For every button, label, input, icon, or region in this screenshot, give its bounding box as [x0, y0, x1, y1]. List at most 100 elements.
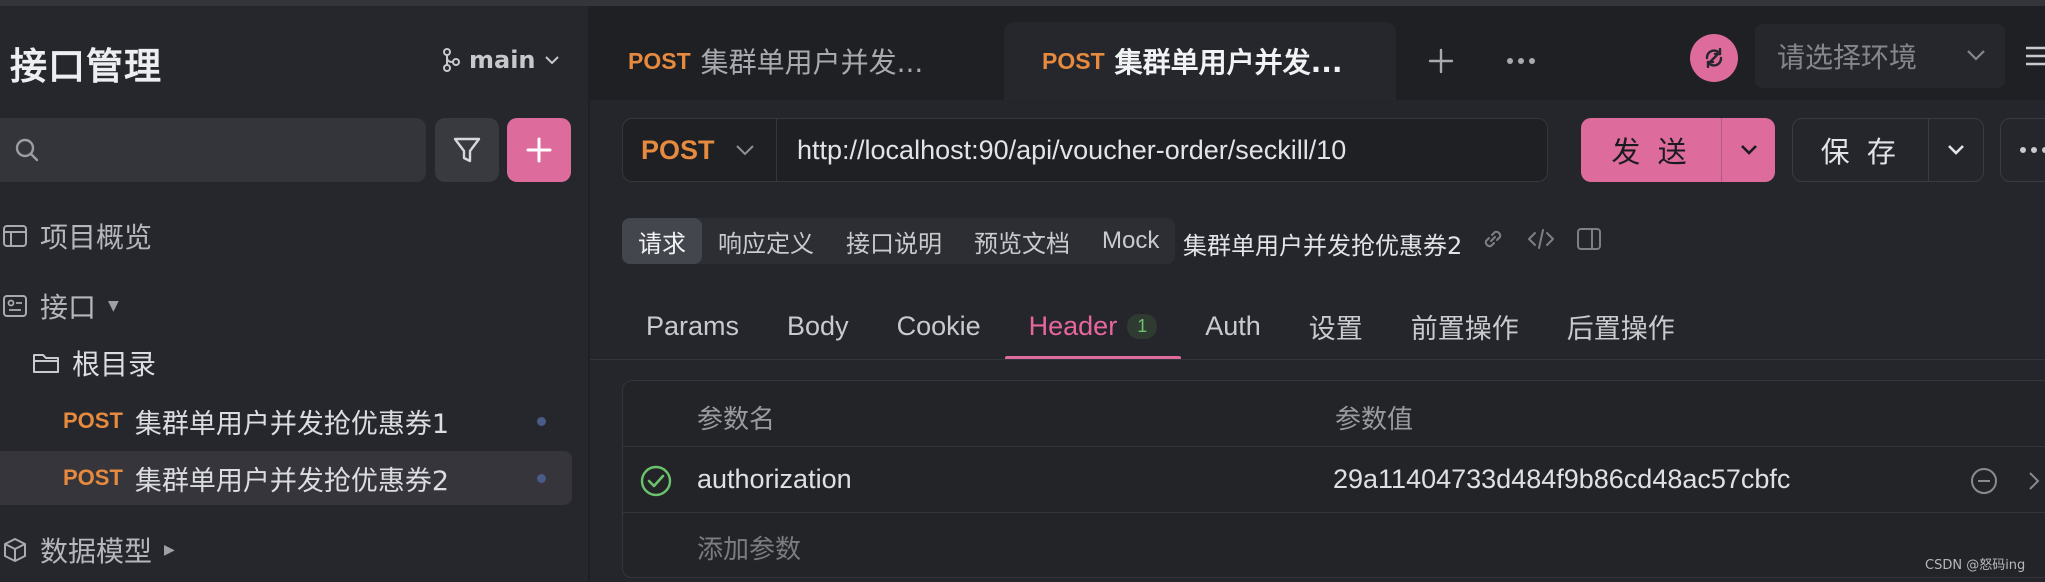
api-item-name: 集群单用户并发抢优惠券1 [134, 408, 450, 440]
nav-data-models-label: 数据模型 [40, 535, 153, 568]
api-icon [3, 295, 27, 317]
url-input[interactable]: http://localhost:90/api/voucher-order/se… [777, 135, 1346, 166]
nav-apis[interactable]: 接口 ▼ [2, 286, 119, 326]
check-circle-icon[interactable] [639, 464, 673, 498]
method-value: POST [641, 134, 715, 165]
code-button[interactable] [1527, 226, 1555, 256]
column-param-name: 参数名 [697, 405, 776, 435]
menu-icon [2026, 46, 2045, 66]
folder-root[interactable]: 根目录 [32, 343, 156, 383]
request-subtabs: Params Body Cookie Header 1 Auth 设置 前置操作… [622, 292, 1699, 360]
tab-body[interactable]: Body [763, 292, 873, 360]
add-button[interactable] [507, 118, 571, 182]
segment-api-description[interactable]: 接口说明 [830, 218, 958, 264]
method-badge: POST [63, 465, 123, 490]
sync-icon [1705, 47, 1723, 69]
param-value-cell[interactable]: 29a11404733d484f9b86cd48ac57cbfc [1333, 464, 1790, 495]
tab-header[interactable]: Header 1 [1004, 292, 1182, 360]
more-horizontal-icon [2020, 147, 2045, 153]
save-options-button[interactable] [1929, 144, 1983, 156]
nav-data-models[interactable]: 数据模型 ▶ [2, 530, 175, 570]
tab-more-button[interactable] [1505, 45, 1537, 77]
table-row: authorization 29a11404733d484f9b86cd48ac… [623, 447, 2045, 513]
more-horizontal-icon [1507, 58, 1535, 64]
tab-settings[interactable]: 设置 [1285, 292, 1387, 360]
url-bar: POST http://localhost:90/api/voucher-ord… [622, 118, 1548, 182]
tab-pre-request[interactable]: 前置操作 [1387, 292, 1543, 360]
chevron-down-icon [1947, 145, 1964, 155]
segment-request[interactable]: 请求 [622, 218, 702, 264]
chevron-down-icon [544, 56, 559, 65]
git-branch-icon [443, 48, 460, 72]
branch-name: main [469, 46, 536, 74]
method-select[interactable]: POST [623, 119, 777, 181]
tab-cookie[interactable]: Cookie [873, 292, 1005, 360]
code-icon [1528, 229, 1554, 249]
caret-right-icon: ▶ [164, 542, 175, 558]
toggle-panel-button[interactable] [1576, 226, 1602, 256]
env-sync-button[interactable] [1690, 34, 1738, 82]
tab-request-1[interactable]: POST 集群单用户并发... [590, 22, 990, 100]
method-badge: POST [63, 408, 123, 433]
tab-method: POST [628, 47, 691, 74]
send-label: 发 送 [1611, 135, 1691, 169]
new-tab-button[interactable] [1425, 45, 1457, 77]
cube-icon [4, 538, 26, 562]
status-dot [537, 474, 546, 483]
branch-selector[interactable]: main [441, 46, 560, 74]
environment-select[interactable]: 请选择环境 [1755, 24, 2005, 88]
subtabs-divider [590, 359, 2045, 360]
view-segmented-control: 请求 响应定义 接口说明 预览文档 Mock [622, 218, 1176, 264]
layout-icon [3, 225, 27, 247]
chevron-down-icon [1740, 145, 1757, 155]
api-item[interactable]: POST 集群单用户并发抢优惠券1 [0, 394, 572, 448]
watermark: CSDN @怒码ing [1925, 558, 2026, 573]
tab-header-label: Header [1028, 310, 1118, 341]
send-options-button[interactable] [1722, 144, 1775, 156]
segment-response-definition[interactable]: 响应定义 [702, 218, 830, 264]
tab-title: 集群单用户并发... [700, 46, 924, 79]
side-panel-icon [1577, 228, 1601, 250]
add-param-input[interactable]: 添加参数 [697, 529, 801, 566]
plus-icon [1428, 48, 1454, 74]
nav-overview[interactable]: 项目概览 [2, 216, 152, 256]
segment-preview-docs[interactable]: 预览文档 [958, 218, 1086, 264]
copy-link-button[interactable] [1480, 226, 1506, 256]
plus-icon [526, 137, 552, 163]
tab-request-2[interactable]: POST 集群单用户并发... [1004, 22, 1396, 100]
link-icon [1484, 230, 1502, 248]
param-name-cell[interactable]: authorization [697, 464, 852, 495]
headers-table: 参数名 参数值 authorization 29a11404733d484f9b… [622, 380, 2045, 578]
tab-title: 集群单用户并发... [1114, 46, 1343, 79]
tab-auth[interactable]: Auth [1181, 292, 1285, 360]
chevron-right-icon[interactable] [2027, 470, 2041, 492]
count-badge: 1 [1127, 313, 1158, 339]
caret-down-icon: ▼ [108, 298, 119, 314]
segment-mock[interactable]: Mock [1086, 218, 1175, 264]
nav-apis-label: 接口 [40, 291, 97, 324]
tab-method: POST [1042, 47, 1105, 74]
folder-icon [33, 354, 59, 373]
chevron-down-icon [735, 145, 754, 156]
filter-button[interactable] [435, 118, 499, 182]
column-param-value: 参数值 [1335, 405, 1414, 435]
api-item-name: 集群单用户并发抢优惠券2 [134, 465, 450, 497]
nav-overview-label: 项目概览 [40, 221, 153, 254]
api-item-selected[interactable]: POST 集群单用户并发抢优惠券2 [0, 451, 572, 505]
search-icon [15, 138, 39, 162]
tab-post-request[interactable]: 后置操作 [1543, 292, 1699, 360]
status-dot [537, 417, 546, 426]
menu-button[interactable] [2022, 40, 2045, 72]
remove-circle-icon[interactable] [1969, 466, 1999, 496]
more-actions-button[interactable] [2000, 118, 2045, 182]
chevron-down-icon [1967, 50, 1985, 61]
tab-params[interactable]: Params [622, 292, 763, 360]
save-label: 保 存 [1820, 135, 1900, 169]
environment-placeholder: 请选择环境 [1777, 41, 1918, 74]
send-button[interactable]: 发 送 [1581, 118, 1775, 182]
save-button[interactable]: 保 存 [1792, 118, 1984, 182]
api-name[interactable]: 集群单用户并发抢优惠券2 [1183, 226, 1462, 261]
folder-label: 根目录 [72, 348, 157, 381]
search-input[interactable] [0, 118, 426, 182]
table-header: 参数名 参数值 [623, 381, 2045, 447]
